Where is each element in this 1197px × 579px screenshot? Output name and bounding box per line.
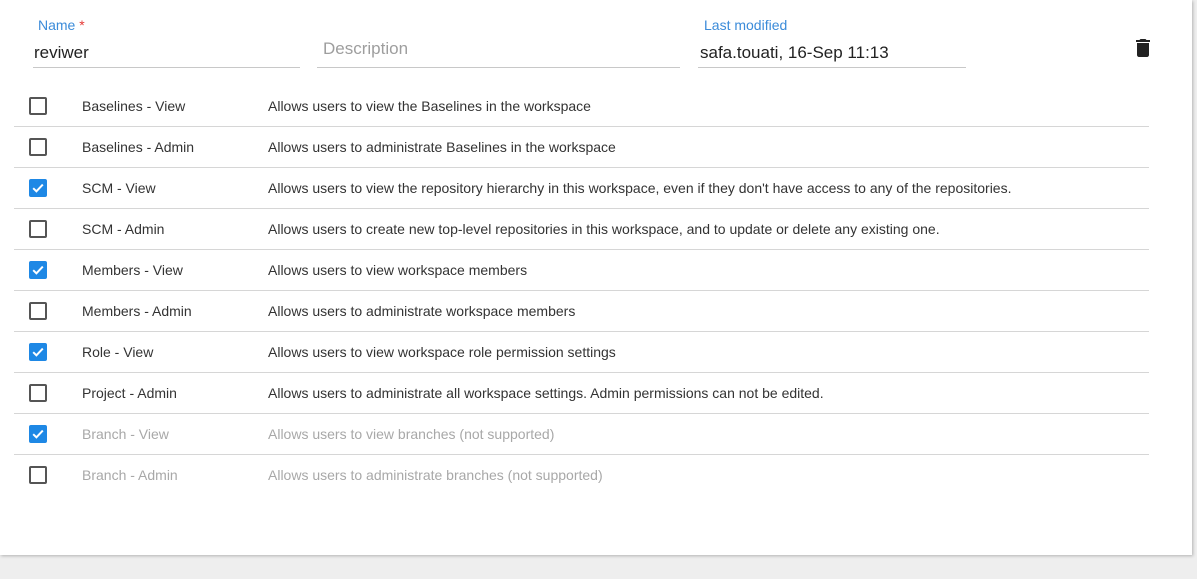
delete-button[interactable] xyxy=(1131,36,1155,60)
name-field[interactable]: Name * reviwer xyxy=(33,0,300,68)
permission-name: SCM - View xyxy=(82,180,156,196)
permission-description: Allows users to view workspace role perm… xyxy=(268,344,616,360)
permission-row: SCM - Admin Allows users to create new to… xyxy=(14,209,1149,250)
permission-row: Baselines - View Allows users to view the… xyxy=(14,86,1149,127)
permission-list: Baselines - View Allows users to view the… xyxy=(14,86,1149,495)
description-field[interactable]: Description xyxy=(317,0,680,68)
permission-name: Baselines - Admin xyxy=(82,139,195,155)
permission-row: Members - View Allows users to view works… xyxy=(14,250,1149,291)
permission-row: Branch - Admin Allows users to administra… xyxy=(14,455,1149,495)
last-modified-value: safa.touati, 16-Sep 11:13 xyxy=(700,43,889,62)
permission-description: Allows users to administrate workspace m… xyxy=(268,303,576,319)
permission-description: Allows users to view the Baselines in th… xyxy=(268,98,591,114)
permission-name: Role - View xyxy=(82,344,154,360)
last-modified-field: Last modified safa.touati, 16-Sep 11:13 xyxy=(698,0,966,68)
permission-checkbox[interactable] xyxy=(29,425,47,443)
permission-description: Allows users to administrate branches (n… xyxy=(268,467,603,483)
permission-row: Branch - View Allows users to view branch… xyxy=(14,414,1149,455)
permission-checkbox[interactable] xyxy=(29,179,47,197)
permission-description: Allows users to administrate Baselines i… xyxy=(268,139,616,155)
permission-description: Allows users to view branches (not suppo… xyxy=(268,426,555,442)
trash-icon[interactable] xyxy=(1131,36,1155,60)
last-modified-label: Last modified xyxy=(704,17,788,33)
permission-name: Members - Admin xyxy=(82,303,192,319)
permission-row: Members - Admin Allows users to administr… xyxy=(14,291,1149,332)
required-mark: * xyxy=(79,17,85,33)
permission-description: Allows users to view workspace members xyxy=(268,262,528,278)
permission-name: Members - View xyxy=(82,262,183,278)
permission-checkbox[interactable] xyxy=(29,384,47,402)
permission-description: Allows users to view the repository hier… xyxy=(268,180,1012,196)
permission-checkbox[interactable] xyxy=(29,261,47,279)
permission-name: Branch - Admin xyxy=(82,467,178,483)
permission-row: SCM - View Allows users to view the repos… xyxy=(14,168,1149,209)
permission-name: Baselines - View xyxy=(82,98,186,114)
name-label: Name * xyxy=(38,17,85,33)
permission-name: Branch - View xyxy=(82,426,169,442)
permission-checkbox[interactable] xyxy=(29,466,47,484)
permission-checkbox[interactable] xyxy=(29,220,47,238)
permission-row: Baselines - Admin Allows users to adminis… xyxy=(14,127,1149,168)
permission-checkbox[interactable] xyxy=(29,97,47,115)
role-editor-card: Name * reviwer Description Last modified… xyxy=(0,0,1192,555)
permission-name: SCM - Admin xyxy=(82,221,165,237)
permission-row: Project - Admin Allows users to administr… xyxy=(14,373,1149,414)
permission-checkbox[interactable] xyxy=(29,343,47,361)
permission-checkbox[interactable] xyxy=(29,138,47,156)
permission-checkbox[interactable] xyxy=(29,302,47,320)
permission-description: Allows users to create new top-level rep… xyxy=(268,221,940,237)
permission-row: Role - View Allows users to view workspac… xyxy=(14,332,1149,373)
description-input[interactable]: Description xyxy=(323,39,408,59)
permission-description: Allows users to administrate all workspa… xyxy=(268,385,824,401)
permission-name: Project - Admin xyxy=(82,385,177,401)
name-input[interactable]: reviwer xyxy=(34,43,89,63)
